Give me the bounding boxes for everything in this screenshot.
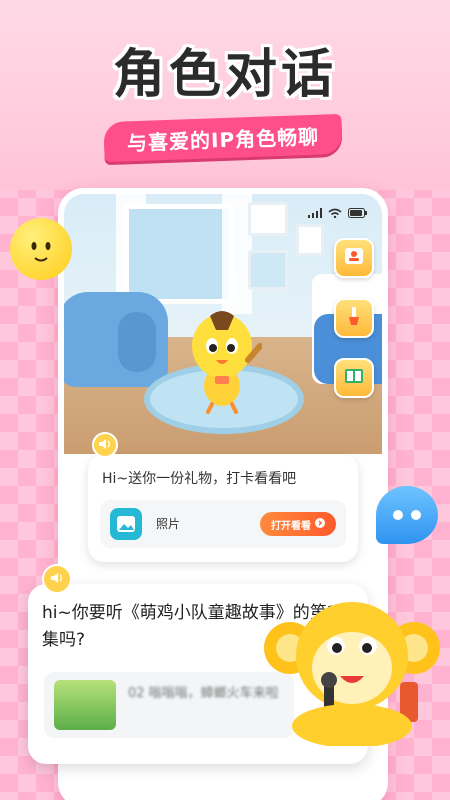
storybook-button[interactable]: [334, 358, 374, 398]
subtitle-ribbon: 与喜爱的IP角色畅聊: [103, 113, 343, 163]
paint-brush-icon: [343, 305, 365, 332]
gift-label: 照片: [156, 517, 181, 531]
gift-message-card: Hi~送你一份礼物，打卡看看吧 照片 打开看看: [88, 454, 358, 562]
open-gift-label: 打开看看: [271, 520, 311, 532]
wifi-icon: [328, 208, 342, 221]
episode-thumbnail: [54, 680, 116, 730]
episode-title: 02 嗡嗡嗡，蟑螂火车来啦: [128, 686, 279, 701]
paint-button[interactable]: [334, 298, 374, 338]
yellow-ball-character: [10, 218, 72, 280]
signal-icon: [308, 208, 322, 221]
speaker-button[interactable]: [92, 432, 118, 458]
monkey-character: [264, 602, 440, 746]
wall-picture: [248, 202, 288, 236]
open-gift-button[interactable]: 打开看看: [260, 512, 336, 536]
storybook-icon: [343, 365, 365, 392]
gift-message-text: Hi~送你一份礼物，打卡看看吧: [102, 471, 297, 487]
profile-card-button[interactable]: [334, 238, 374, 278]
gift-attachment[interactable]: 照片 打开看看: [100, 500, 346, 548]
photo-icon: [110, 508, 142, 540]
arrow-circle-icon: [315, 517, 325, 531]
speaker-icon: [50, 572, 64, 587]
wall-picture: [248, 250, 288, 290]
speaker-button[interactable]: [42, 564, 72, 594]
window: [124, 204, 234, 304]
contact-card-icon: [343, 245, 365, 272]
speaker-icon: [98, 438, 112, 453]
sofa: [64, 292, 168, 387]
story-episode-item[interactable]: 02 嗡嗡嗡，蟑螂火车来啦: [44, 672, 294, 738]
chick-character: [192, 311, 262, 414]
wall-picture: [296, 224, 324, 256]
battery-icon: [348, 208, 368, 221]
page-title: 角色对话: [112, 45, 337, 105]
chat-bubble-icon: [376, 486, 438, 544]
room-scene: [64, 194, 382, 454]
status-bar: [308, 208, 368, 221]
